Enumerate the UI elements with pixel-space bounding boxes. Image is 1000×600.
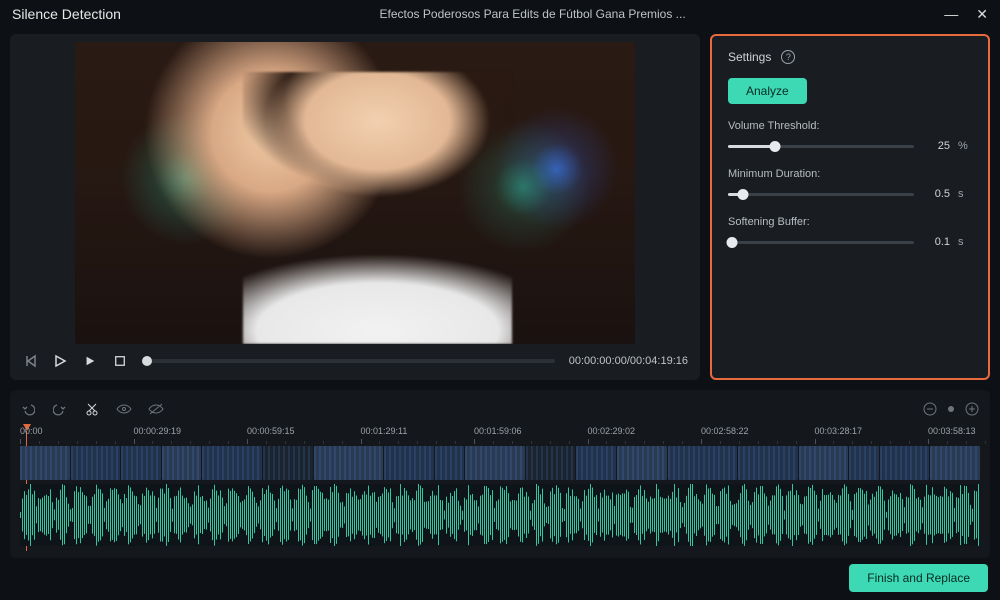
softening-buffer-slider[interactable] [728,241,914,244]
ruler-label: 00:02:58:22 [701,426,749,436]
video-clip[interactable] [384,446,434,480]
minimize-button[interactable]: — [944,7,958,21]
play-alt-button[interactable] [82,353,98,369]
transport-bar: 00:00:00:00/00:04:19:16 [22,348,688,374]
settings-heading: Settings [728,50,771,64]
volume-threshold-slider[interactable] [728,145,914,148]
ruler-label: 00:03:58:13 [928,426,976,436]
footer-bar: Finish and Replace [0,558,1000,592]
param-value: 25 [922,140,950,152]
analyze-button[interactable]: Analyze [728,78,807,104]
settings-panel: Settings ? Analyze Volume Threshold: 25 … [710,34,990,380]
video-clip[interactable] [930,446,980,480]
ruler-label: 00:02:29:02 [588,426,636,436]
stop-button[interactable] [112,353,128,369]
ruler-label: 00:01:29:11 [361,426,408,436]
ruler-label: 00:03:28:17 [815,426,863,436]
close-button[interactable]: ✕ [976,7,988,21]
cut-button[interactable] [84,401,100,417]
video-clip[interactable] [314,446,383,480]
visibility-icon[interactable] [116,401,132,417]
zoom-out-button[interactable] [922,401,938,417]
video-clip[interactable] [526,446,576,480]
video-clip[interactable] [849,446,879,480]
seek-bar[interactable] [142,359,555,363]
ruler-label: 00:00 [20,426,43,436]
video-clip[interactable] [617,446,667,480]
slider-knob[interactable] [737,189,748,200]
app-title: Silence Detection [12,6,121,22]
param-minimum-duration: Minimum Duration: 0.5 s [728,168,972,200]
preview-panel: 00:00:00:00/00:04:19:16 [10,34,700,380]
param-unit: % [958,140,972,152]
timeline-toolbar [20,398,980,420]
play-button[interactable] [52,353,68,369]
video-clip[interactable] [162,446,202,480]
video-clip[interactable] [799,446,849,480]
param-volume-threshold: Volume Threshold: 25 % [728,120,972,152]
video-clip[interactable] [738,446,798,480]
minimum-duration-slider[interactable] [728,193,914,196]
video-frame [75,42,635,344]
video-clip[interactable] [71,446,121,480]
param-value: 0.5 [922,188,950,200]
param-unit: s [958,236,972,248]
audio-track[interactable] [20,484,980,546]
timecode-display: 00:00:00:00/00:04:19:16 [569,355,688,367]
prev-frame-button[interactable] [22,353,38,369]
video-clip[interactable] [435,446,465,480]
video-clip[interactable] [263,446,313,480]
param-label: Softening Buffer: [728,216,972,228]
video-clip[interactable] [668,446,737,480]
video-clip[interactable] [880,446,930,480]
param-label: Minimum Duration: [728,168,972,180]
video-clip[interactable] [121,446,161,480]
ruler-label: 00:01:59:06 [474,426,522,436]
undo-button[interactable] [20,401,36,417]
document-title: Efectos Poderosos Para Edits de Fútbol G… [121,7,944,21]
finish-and-replace-button[interactable]: Finish and Replace [849,564,988,592]
param-value: 0.1 [922,236,950,248]
slider-knob[interactable] [769,141,780,152]
video-clip[interactable] [465,446,525,480]
param-softening-buffer: Softening Buffer: 0.1 s [728,216,972,248]
zoom-controls [922,401,980,417]
video-clip[interactable] [202,446,262,480]
param-label: Volume Threshold: [728,120,972,132]
visibility-off-icon[interactable] [148,401,164,417]
window-controls: — ✕ [944,7,988,21]
video-track[interactable] [20,446,980,480]
help-icon[interactable]: ? [781,50,795,64]
redo-button[interactable] [52,401,68,417]
video-clip[interactable] [576,446,616,480]
title-bar: Silence Detection Efectos Poderosos Para… [0,0,1000,28]
seek-head[interactable] [142,356,152,366]
slider-knob[interactable] [726,237,737,248]
timeline-panel: 00:00 00:00:29:19 00:00:59:15 00:01:29:11 00… [10,390,990,558]
ruler-label: 00:00:59:15 [247,426,295,436]
video-preview[interactable] [22,42,688,344]
zoom-in-button[interactable] [964,401,980,417]
zoom-indicator [948,406,954,412]
video-clip[interactable] [20,446,70,480]
param-unit: s [958,188,972,200]
timeline-ruler[interactable]: 00:00 00:00:29:19 00:00:59:15 00:01:29:11 00… [20,426,980,444]
ruler-label: 00:00:29:19 [134,426,182,436]
